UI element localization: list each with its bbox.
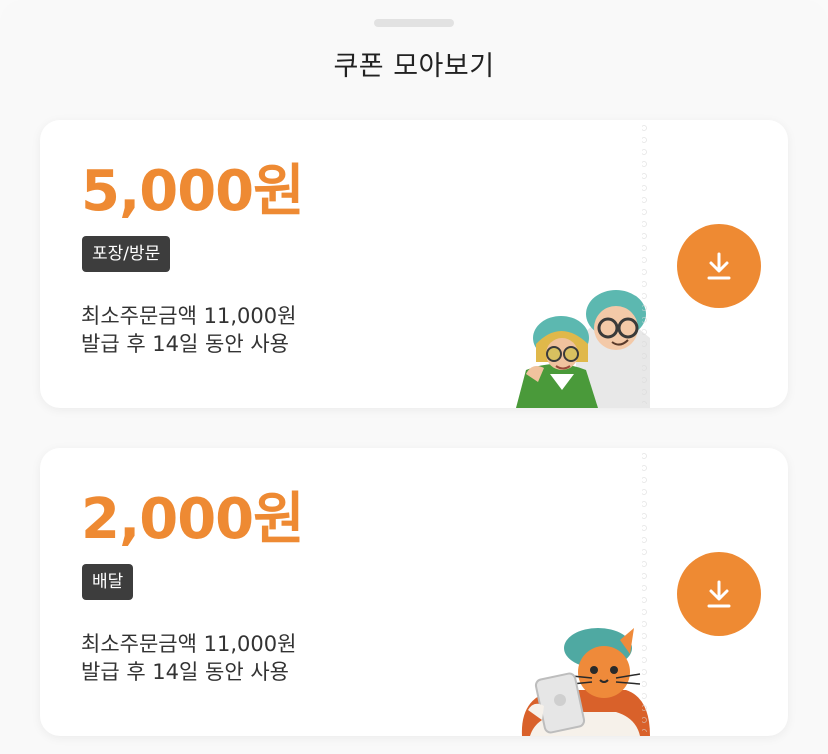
two-characters-illustration: [516, 290, 650, 408]
cat-with-tablet-illustration: [521, 628, 650, 736]
download-icon: [707, 580, 731, 608]
coupon-type-badge: 배달: [82, 564, 134, 600]
coupon-min-order: 최소주문금액 11,000원: [81, 632, 297, 656]
coupon-perforation: [642, 124, 650, 404]
download-coupon-button[interactable]: [677, 552, 761, 636]
coupon-validity: 발급 후 14일 동안 사용: [81, 332, 289, 356]
download-icon: [707, 252, 731, 280]
coupon-amount: 2,000원: [81, 487, 305, 552]
download-coupon-button[interactable]: [677, 224, 761, 308]
coupon-amount: 5,000원: [81, 159, 305, 224]
sheet-title: 쿠폰 모아보기: [333, 51, 495, 82]
coupon-type-badge: 포장/방문: [82, 236, 171, 272]
coupon-validity: 발급 후 14일 동안 사용: [81, 660, 289, 684]
coupon-min-order: 최소주문금액 11,000원: [81, 304, 297, 328]
coupon-bottom-sheet: 쿠폰 모아보기 5,000원 포장/방문 최소주문금액 11,000원 발급 후…: [0, 0, 828, 754]
drag-handle[interactable]: [374, 19, 454, 27]
coupon-perforation: [642, 452, 650, 732]
coupon-card: 2,000원 배달 최소주문금액 11,000원 발급 후 14일 동안 사용: [40, 448, 788, 736]
coupon-card: 5,000원 포장/방문 최소주문금액 11,000원 발급 후 14일 동안 …: [40, 120, 788, 408]
